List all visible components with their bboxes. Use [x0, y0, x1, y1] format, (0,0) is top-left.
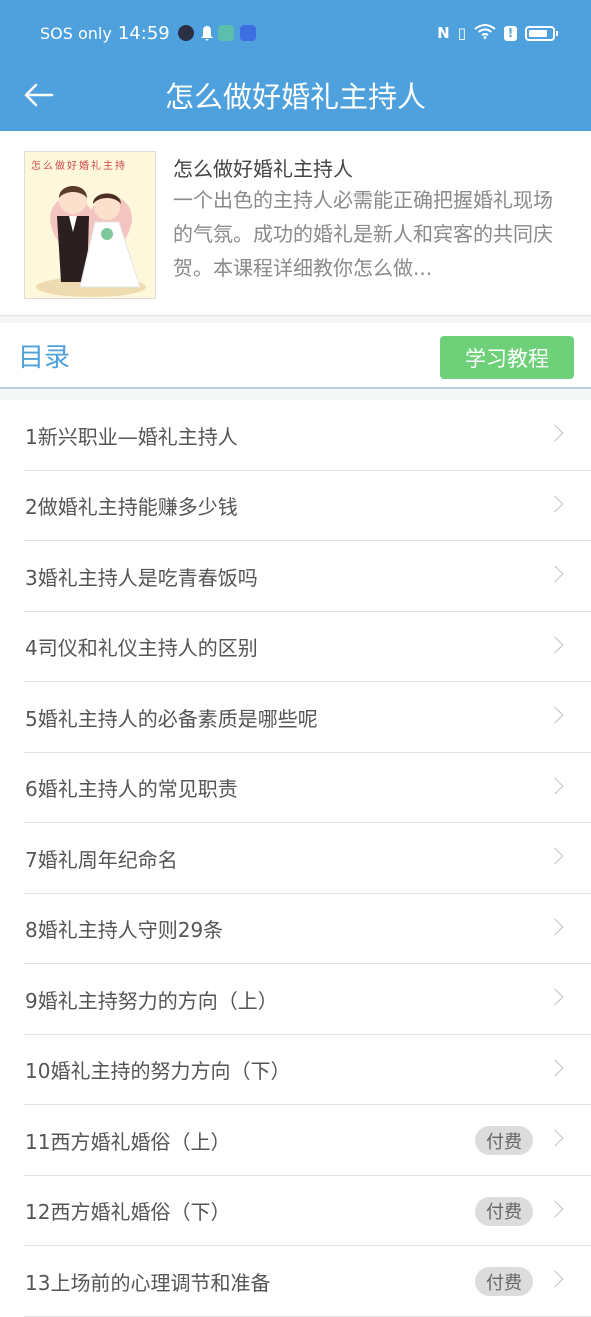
lesson-item[interactable]: 6婚礼主持人的常见职责 — [0, 753, 591, 824]
lesson-label: 10婚礼主持的努力方向（下） — [25, 1059, 291, 1084]
lesson-item[interactable]: 13上场前的心理调节和准备 付费 — [0, 1246, 591, 1317]
chevron-right-icon — [546, 777, 564, 794]
course-cover-image[interactable]: 怎么做好婚礼主持 — [24, 151, 156, 299]
chevron-right-icon — [546, 1200, 564, 1217]
clock: 14:59 — [117, 22, 170, 44]
lesson-label: 8婚礼主持人守则29条 — [25, 918, 224, 943]
learn-tutorial-button[interactable]: 学习教程 — [440, 336, 574, 379]
chevron-right-icon — [546, 424, 564, 442]
vibrate-icon: ▯ — [457, 24, 466, 42]
lesson-label: 11西方婚礼婚俗（上） — [25, 1129, 231, 1154]
lesson-item[interactable]: 9婚礼主持努力的方向（上） — [0, 964, 591, 1035]
alert-icon: ! — [504, 25, 517, 41]
catalog-title: 目录 — [18, 343, 71, 373]
app-header: SOS only 14:59 N ▯ ! 怎么做好婚礼主持人 — [0, 0, 591, 131]
arrow-left-icon — [24, 83, 54, 107]
lesson-label: 4司仪和礼仪主持人的区别 — [25, 636, 258, 661]
chevron-right-icon — [546, 706, 564, 724]
lesson-item[interactable]: 4司仪和礼仪主持人的区别 — [0, 612, 591, 683]
lesson-item[interactable]: 8婚礼主持人守则29条 — [0, 894, 591, 965]
lesson-item[interactable]: 11西方婚礼婚俗（上） 付费 — [0, 1105, 591, 1176]
catalog-header: 目录 学习教程 — [0, 323, 591, 389]
carrier-text: SOS only — [40, 23, 112, 43]
app-notification-icon — [177, 25, 194, 41]
lesson-label: 12西方婚礼婚俗（下） — [25, 1200, 231, 1225]
lesson-item[interactable]: 5婚礼主持人的必备素质是哪些呢 — [0, 682, 591, 753]
chevron-right-icon — [546, 495, 564, 512]
lesson-item[interactable]: 10婚礼主持的努力方向（下） — [0, 1035, 591, 1106]
lesson-label: 1新兴职业—婚礼主持人 — [25, 424, 238, 449]
lesson-label: 9婚礼主持努力的方向（上） — [25, 988, 278, 1013]
lesson-label: 3婚礼主持人是吃青春饭吗 — [25, 565, 258, 590]
nfc-icon: N — [437, 24, 450, 42]
chevron-right-icon — [546, 565, 564, 583]
page-title: 怎么做好婚礼主持人 — [164, 80, 426, 114]
paid-badge: 付费 — [475, 1267, 533, 1296]
course-title: 怎么做好婚礼主持人 — [173, 157, 353, 181]
gallery-icon — [217, 25, 234, 41]
chevron-right-icon — [546, 636, 564, 653]
lesson-label: 13上场前的心理调节和准备 — [25, 1270, 271, 1295]
back-button[interactable] — [22, 78, 56, 112]
chevron-right-icon — [546, 918, 564, 935]
chevron-right-icon — [546, 1129, 564, 1147]
status-bar: SOS only 14:59 N ▯ ! — [40, 20, 558, 46]
chevron-right-icon — [546, 988, 564, 1006]
paid-badge: 付费 — [475, 1126, 533, 1155]
battery-icon — [525, 25, 558, 41]
lesson-item[interactable]: 7婚礼周年纪命名 — [0, 823, 591, 894]
shield-icon — [239, 25, 256, 41]
lesson-item[interactable]: 12西方婚礼婚俗（下） 付费 — [0, 1176, 591, 1247]
course-info: 怎么做好婚礼主持 怎么做好婚礼主持人 一个出色的主持人必需能正确把握婚礼现场的气… — [0, 131, 591, 316]
wifi-icon — [474, 23, 496, 43]
lesson-label: 2做婚礼主持能赚多少钱 — [25, 495, 238, 520]
chevron-right-icon — [546, 1059, 564, 1076]
paid-badge: 付费 — [475, 1196, 533, 1226]
course-description: 一个出色的主持人必需能正确把握婚礼现场的气氛。成功的婚礼是新人和宾客的共同庆贺。… — [173, 188, 553, 280]
chevron-right-icon — [546, 1270, 564, 1288]
bell-icon — [200, 25, 213, 41]
lesson-item[interactable]: 3婚礼主持人是吃青春饭吗 — [0, 541, 591, 612]
lesson-label: 5婚礼主持人的必备素质是哪些呢 — [25, 706, 318, 731]
nav-bar: 怎么做好婚礼主持人 — [0, 60, 591, 130]
lesson-item[interactable]: 1新兴职业—婚礼主持人 — [0, 400, 591, 471]
cover-title-text: 怎么做好婚礼主持 — [31, 161, 127, 172]
lesson-label: 6婚礼主持人的常见职责 — [25, 777, 238, 802]
lesson-label: 7婚礼周年纪命名 — [25, 847, 178, 872]
lesson-item[interactable]: 2做婚礼主持能赚多少钱 — [0, 471, 591, 542]
lesson-list: 1新兴职业—婚礼主持人 2做婚礼主持能赚多少钱 3婚礼主持人是吃青春饭吗 4司仪和礼仪… — [0, 400, 591, 1317]
chevron-right-icon — [546, 847, 564, 865]
